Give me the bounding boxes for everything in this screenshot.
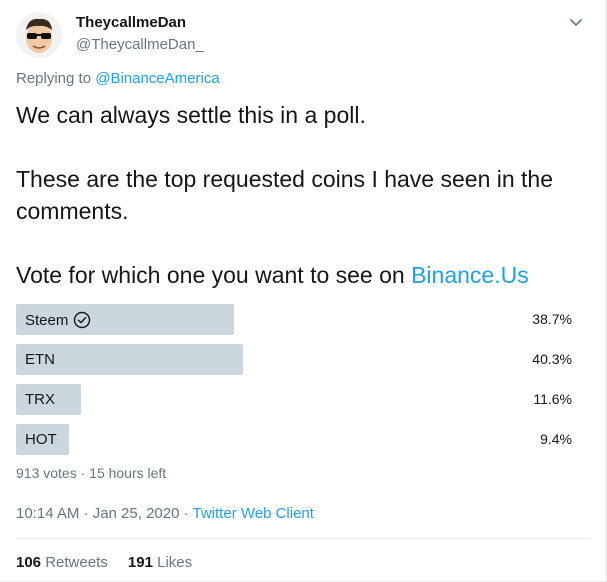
poll: Steem 38.7% ETN 40.3% TRX 11.6% HOT 9.4% [16,304,587,464]
retweets-label: Retweets [45,554,108,571]
poll-option-label: TRX [25,391,55,408]
tweet-line: These are the top requested coins I have… [16,166,554,192]
display-name[interactable]: TheycallmeDan [76,14,186,31]
poll-option-etn: ETN 40.3% [16,344,587,375]
retweets-stat[interactable]: 106 Retweets [16,554,108,571]
tweet-line: comments. [16,198,129,224]
avatar-image [16,12,62,58]
likes-stat[interactable]: 191 Likes [128,554,192,571]
poll-option-trx: TRX 11.6% [16,384,587,415]
retweets-count: 106 [16,554,42,571]
poll-option-label: ETN [25,351,55,368]
tweet-text: We can always settle this in a poll. The… [16,99,586,291]
tweet-timestamp: 10:14 AM · Jan 25, 2020 · Twitter Web Cl… [16,505,314,522]
tweet-line: Vote for which one you want to see on Bi… [16,259,586,291]
tweet-line: We can always settle this in a poll. [16,102,366,128]
replying-to-label: Replying to [16,70,92,87]
poll-option-hot: HOT 9.4% [16,424,587,455]
poll-option-steem: Steem 38.7% [16,304,587,335]
poll-option-label: Steem [25,311,69,329]
poll-option-percent: 9.4% [540,431,572,447]
poll-option-percent: 11.6% [533,391,572,407]
user-handle[interactable]: @TheycallmeDan_ [76,36,204,53]
poll-meta: 913 votes · 15 hours left [16,465,167,481]
tweet-line-text: Vote for which one you want to see on [16,262,405,288]
poll-option-percent: 38.7% [532,311,572,327]
replying-to: Replying to @BinanceAmerica [16,70,220,87]
poll-option-percent: 40.3% [532,351,572,367]
poll-option-label: HOT [25,431,57,448]
tweet-card: TheycallmeDan @TheycallmeDan_ Replying t… [0,0,607,582]
likes-count: 191 [127,554,153,571]
reply-mention-link[interactable]: @BinanceAmerica [95,70,219,87]
client-link[interactable]: Twitter Web Client [193,505,314,522]
timestamp-text[interactable]: 10:14 AM · Jan 25, 2020 · [16,505,193,522]
tweet-stats: 106 Retweets 191 Likes [16,554,208,571]
likes-label: Likes [157,554,193,571]
divider [16,538,591,539]
avatar[interactable] [16,12,62,58]
chevron-down-icon[interactable] [568,14,584,30]
check-circle-icon [73,311,91,329]
binance-us-link[interactable]: Binance.Us [411,262,529,288]
